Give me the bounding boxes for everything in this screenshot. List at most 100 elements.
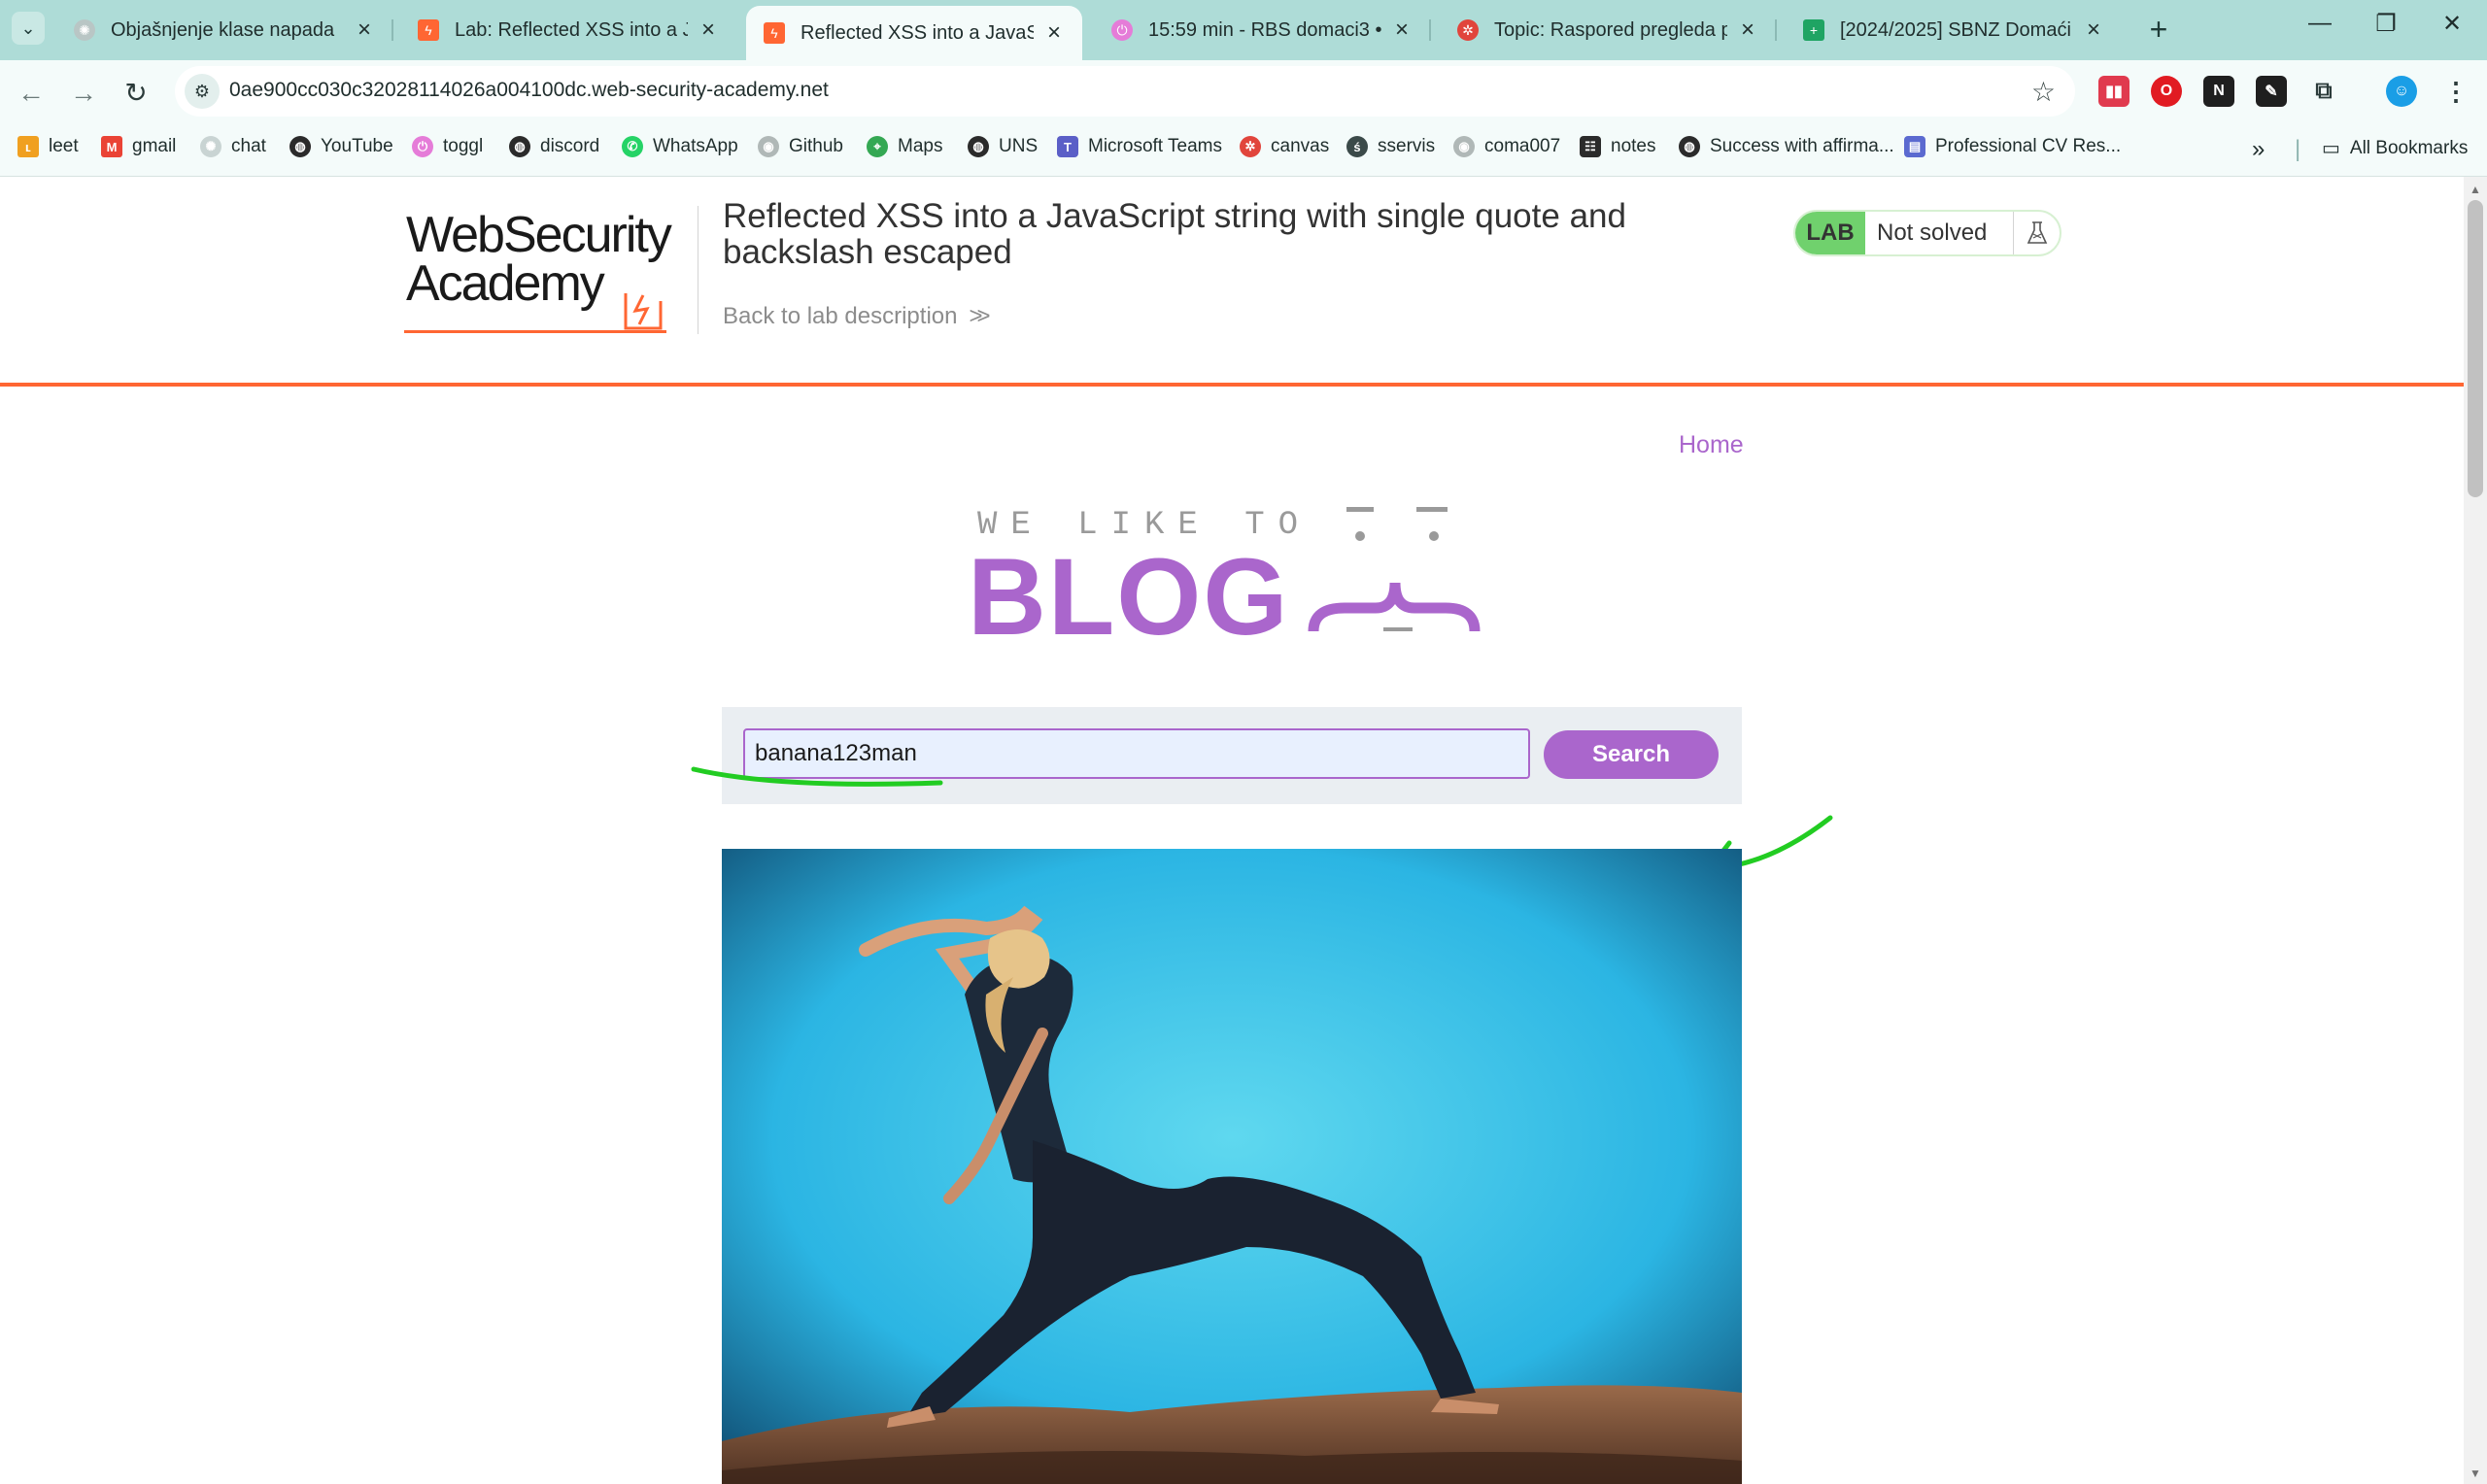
toggl-icon: ⏻ [412,136,433,157]
tab-4[interactable]: ✲ Topic: Raspored pregleda prvog × [1440,8,1777,52]
close-icon[interactable]: × [1737,17,1758,44]
bookmark-success[interactable]: ◍ Success with affirma... [1679,136,1894,157]
back-arrow-icon[interactable]: ← [12,74,51,113]
page-scrollbar[interactable]: ▲ ▼ [2464,177,2487,1484]
bookmark-label: Maps [898,136,943,156]
bookmark-label: Success with affirma... [1710,136,1894,156]
portswigger-icon: ϟ [764,22,785,44]
bookmark-toggl[interactable]: ⏻ toggl [412,136,483,157]
bookmark-label: discord [540,136,600,156]
extension-icon[interactable]: ▮▮ [2098,76,2129,107]
whatsapp-icon: ✆ [622,136,643,157]
tab-3[interactable]: ⏻ 15:59 min - RBS domaci3 • Toggl × [1094,8,1431,52]
tab-title: Lab: Reflected XSS into a JavaScript [455,18,688,41]
canvas-icon: ✲ [1240,136,1261,157]
notion-icon[interactable]: N [2203,76,2234,107]
tab-2-active[interactable]: ϟ Reflected XSS into a JavaScript × [746,6,1082,60]
bookmark-canvas[interactable]: ✲ canvas [1240,136,1329,157]
chevron-down-icon: ⌄ [20,17,36,38]
tab-title: Objašnjenje klase napada [111,18,335,41]
globe-icon: ◍ [1679,136,1700,157]
forward-arrow-icon[interactable]: → [64,74,103,113]
page-viewport: WebSecurity Academy Reflected XSS into a… [0,177,2464,1484]
scrollbar-thumb[interactable] [2468,200,2483,497]
lab-status-text: Not solved [1877,219,1988,246]
bookmark-notes[interactable]: ☷ notes [1580,136,1655,157]
academy-badge-icon [624,293,663,330]
back-link-label: Back to lab description [723,303,958,329]
pen-extension-icon[interactable]: ✎ [2256,76,2287,107]
globe-icon: ◍ [290,136,311,157]
restore-icon[interactable]: ❐ [2367,10,2405,38]
teams-icon: T [1057,136,1078,157]
bookmark-label: coma007 [1484,136,1561,156]
new-tab-button[interactable]: + [2142,12,2175,48]
all-bookmarks-button[interactable]: ▭ All Bookmarks [2322,136,2468,160]
close-icon[interactable]: × [2083,17,2104,44]
lab-badge: LAB [1795,212,1865,254]
bookmark-label: canvas [1271,136,1330,156]
bookmark-teams[interactable]: T Microsoft Teams [1057,136,1222,157]
toggl-icon: ⏻ [1111,19,1133,41]
site-info-icon[interactable]: ⚙ [185,74,220,109]
blog-post-image[interactable] [722,849,1742,1484]
close-icon[interactable]: × [698,17,719,44]
logo-underline [404,330,666,333]
back-to-lab-description-link[interactable]: Back to lab description >> [723,303,991,330]
bookmark-label: sservis [1378,136,1436,156]
close-icon[interactable]: × [1043,19,1065,47]
lab-status-widget: LAB Not solved [1793,210,2061,256]
extensions-puzzle-icon[interactable]: ⧉ [2308,76,2339,107]
tab-5[interactable]: + [2024/2025] SBNZ Domaći 1 - c × [1786,8,2122,52]
annotation-underline [691,766,943,787]
bookmark-cv[interactable]: ▤ Professional CV Res... [1904,136,2121,157]
address-bar[interactable]: ⚙ 0ae900cc030c32028114026a004100dc.web-s… [175,66,2075,117]
bookmark-youtube[interactable]: ◍ YouTube [290,136,393,157]
reload-icon[interactable]: ↻ [117,74,155,113]
bookmark-maps[interactable]: ⌖ Maps [867,136,942,157]
close-icon[interactable]: × [354,17,375,44]
bookmark-github[interactable]: ◉ Github [758,136,843,157]
bookmark-leet[interactable]: ʟ leet [17,136,79,157]
window-close-icon[interactable]: ✕ [2433,10,2471,38]
tab-separator [392,19,393,41]
tab-title: Topic: Raspored pregleda prvog [1494,18,1727,41]
opera-icon[interactable]: O [2151,76,2182,107]
bookmark-discord[interactable]: ◍ discord [509,136,599,157]
notes-icon: ☷ [1580,136,1601,157]
bookmark-whatsapp[interactable]: ✆ WhatsApp [622,136,738,157]
tab-0[interactable]: ✺ Objašnjenje klase napada × [56,8,393,52]
kebab-menu-icon[interactable]: ⋮ [2440,76,2471,107]
url-text[interactable]: 0ae900cc030c32028114026a004100dc.web-sec… [229,79,829,102]
close-icon[interactable]: × [1391,17,1413,44]
bookmark-label: UNS [999,136,1039,156]
more-bookmarks-chevron-icon[interactable]: » [2252,136,2265,163]
web-security-academy-logo[interactable]: WebSecurity Academy [404,206,696,352]
bookmark-gmail[interactable]: Mgmail [101,136,176,157]
avatar[interactable]: ☺ [2386,76,2417,107]
bookmark-uns[interactable]: ◍ UNS [968,136,1038,157]
openai-icon: ✺ [74,19,95,41]
scroll-up-icon[interactable]: ▲ [2470,183,2481,196]
tab-search-button[interactable]: ⌄ [12,12,45,45]
nav-home-link[interactable]: Home [1679,431,1744,459]
bookmark-sservis[interactable]: ś sservis [1346,136,1435,157]
bookmark-star-icon[interactable]: ☆ [2031,76,2056,108]
scroll-down-icon[interactable]: ▼ [2470,1467,2481,1480]
tab-1[interactable]: ϟ Lab: Reflected XSS into a JavaScript × [400,8,736,52]
bookmark-label: gmail [132,136,177,156]
openai-icon: ✺ [200,136,221,157]
bookmark-chat[interactable]: ✺ chat [200,136,266,157]
tab-title: [2024/2025] SBNZ Domaći 1 - c [1840,18,2073,41]
bookmark-coma007[interactable]: ◉ coma007 [1453,136,1560,157]
folder-icon: ▭ [2322,138,2340,159]
annotation-overlay [1707,815,1833,879]
bookmarks-bar: ʟ leet Mgmail ✺ chat ◍ YouTube ⏻ toggl ◍ disc… [0,124,2487,177]
bookmark-label: notes [1611,136,1656,156]
maps-icon: ⌖ [867,136,888,157]
bookmark-label: chat [231,136,266,156]
lab-header: WebSecurity Academy Reflected XSS into a… [0,177,2464,387]
canvas-icon: ✲ [1457,19,1479,41]
minimize-icon[interactable]: — [2300,10,2339,37]
bookmarks-divider: | [2295,136,2301,162]
